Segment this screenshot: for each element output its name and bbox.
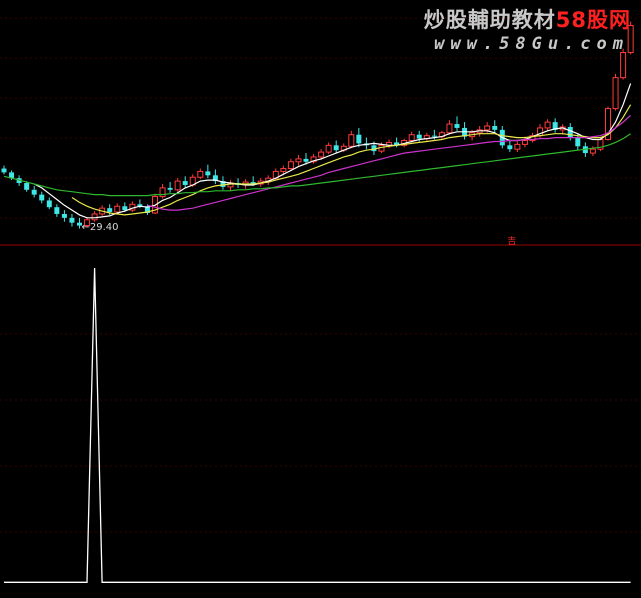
candle-body-down: [567, 126, 573, 138]
candle-body-up: [446, 123, 453, 134]
candle-body-down: [46, 200, 52, 208]
candle-body-up: [174, 180, 181, 191]
candle-body-down: [39, 194, 45, 201]
candle-body-down: [431, 135, 437, 137]
candle-body-up: [114, 205, 121, 213]
ma-line-ma_magenta: [147, 114, 631, 211]
candle-body-down: [303, 158, 309, 162]
signal-marker: 吉: [507, 237, 517, 247]
candle-body-down: [356, 134, 362, 144]
candle-body-down: [454, 124, 460, 128]
grid-lines: [0, 17, 641, 533]
candle-body-up: [287, 161, 294, 170]
min-price-value: 29.40: [89, 222, 119, 234]
stock-chart: [0, 17, 641, 583]
ma-line-ma_white: [33, 83, 632, 219]
watermark-main: 炒股輔助教材58股网: [424, 4, 631, 34]
candle-body-up: [280, 168, 287, 172]
candle-body-down: [31, 189, 37, 195]
watermark-url: www.58Gu.com: [434, 34, 629, 54]
candle-body-up: [318, 151, 325, 158]
candle-body-down: [107, 208, 113, 213]
candle-body-up: [159, 187, 166, 198]
ma-line-ma_green: [3, 133, 631, 197]
candle-body-up: [197, 170, 204, 178]
candle-body-down: [167, 187, 173, 190]
candle-body-down: [182, 181, 188, 185]
candle-body-down: [24, 183, 30, 190]
watermark-brand: 58股网: [555, 8, 631, 32]
candle-body-down: [122, 206, 128, 211]
candle-body-down: [507, 145, 513, 150]
candle-body-down: [69, 217, 75, 223]
candle-body-up: [620, 52, 627, 79]
min-price-label: ←29.40: [82, 222, 119, 233]
candle-body-up: [521, 140, 528, 145]
candle-body-up: [589, 148, 596, 154]
candle-body-up: [484, 125, 491, 131]
candle-body-up: [612, 77, 619, 110]
indicator-series: [4, 267, 631, 583]
candle-body-down: [54, 207, 60, 214]
moving-average-lines: [3, 83, 632, 219]
candle-body-down: [1, 168, 7, 173]
candle-body-up: [348, 134, 355, 147]
indicator-line: [4, 267, 631, 583]
candle-body-up: [91, 213, 98, 221]
candle-body-down: [492, 126, 498, 130]
candle-body-up: [295, 158, 302, 163]
candle-body-down: [416, 134, 422, 139]
candle-body-down: [575, 137, 581, 147]
candle-body-up: [514, 143, 521, 150]
candle-body-up: [325, 144, 332, 153]
min-price-arrow: ←: [81, 222, 90, 234]
candle-body-down: [333, 145, 339, 151]
candle-body-down: [61, 213, 67, 218]
candle-body-up: [408, 134, 415, 141]
watermark-text: 炒股輔助教材: [423, 8, 556, 32]
candle-body-down: [205, 171, 211, 176]
candle-body-up: [544, 121, 551, 129]
